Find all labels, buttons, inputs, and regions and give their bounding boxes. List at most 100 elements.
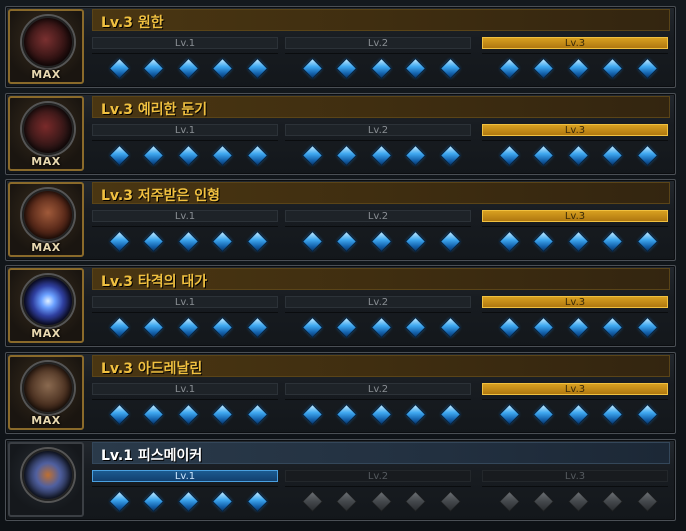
level-label-active: Lv.3	[482, 210, 668, 222]
gem-icon	[603, 146, 622, 165]
level-slot-2: Lv.2	[285, 124, 473, 170]
gem-icon	[213, 405, 232, 424]
gem-icon	[638, 232, 657, 251]
gem-icon	[372, 59, 391, 78]
engraving-panel: MAX Lv.3 원한 Lv.1 Lv.2 Lv.3 MAX Lv.3 예리한 …	[0, 0, 686, 531]
level-slot-1: Lv.1	[92, 124, 280, 170]
gem-row	[482, 486, 668, 515]
skill-title-bar: Lv.3 원한	[92, 9, 670, 31]
gem-row	[92, 486, 278, 515]
gem-row	[285, 140, 471, 169]
gem-icon	[144, 146, 163, 165]
gem-row	[285, 226, 471, 255]
gem-icon	[534, 405, 553, 424]
skill-icon-frame: MAX	[8, 96, 84, 171]
gem-icon	[179, 146, 198, 165]
level-slot-3: Lv.3	[482, 296, 670, 342]
gem-icon	[569, 59, 588, 78]
level-slot-2: Lv.2	[285, 296, 473, 342]
gem-icon	[248, 405, 267, 424]
gem-icon	[110, 146, 129, 165]
level-label-active: Lv.3	[482, 124, 668, 136]
gem-icon	[110, 59, 129, 78]
level-slot-1: Lv.1	[92, 383, 280, 429]
gem-icon	[534, 59, 553, 78]
gem-icon	[248, 59, 267, 78]
level-slot-3: Lv.3	[482, 210, 670, 256]
gem-icon	[406, 232, 425, 251]
gem-icon	[500, 405, 519, 424]
gem-empty-icon	[603, 492, 622, 511]
gem-icon	[500, 146, 519, 165]
skill-orb-icon	[22, 275, 74, 327]
gem-empty-icon	[534, 492, 553, 511]
max-badge: MAX	[31, 327, 61, 340]
skill-row[interactable]: MAX Lv.3 아드레날린 Lv.1 Lv.2 Lv.3	[5, 352, 676, 434]
gem-icon	[337, 405, 356, 424]
gem-row	[482, 399, 668, 428]
gem-icon	[603, 59, 622, 78]
skill-icon-frame: MAX	[8, 9, 84, 84]
level-label: Lv.1	[92, 296, 278, 308]
gem-icon	[179, 318, 198, 337]
gem-icon	[213, 232, 232, 251]
level-slot-1: Lv.1	[92, 296, 280, 342]
level-label-active: Lv.1	[92, 470, 278, 482]
gem-icon	[144, 405, 163, 424]
gem-icon	[638, 318, 657, 337]
gem-icon	[500, 318, 519, 337]
gem-icon	[569, 146, 588, 165]
gem-row	[285, 399, 471, 428]
skill-row[interactable]: MAX Lv.3 타격의 대가 Lv.1 Lv.2 Lv.3	[5, 265, 676, 347]
level-label: Lv.1	[92, 210, 278, 222]
skill-icon-frame: MAX	[8, 355, 84, 430]
gem-icon	[638, 59, 657, 78]
skill-title-bar: Lv.3 아드레날린	[92, 355, 670, 377]
gem-icon	[603, 318, 622, 337]
gem-icon	[372, 405, 391, 424]
level-label: Lv.2	[285, 210, 471, 222]
gem-icon	[179, 59, 198, 78]
gem-icon	[406, 318, 425, 337]
skill-title: Lv.1 피스메이커	[101, 448, 203, 464]
gem-icon	[441, 318, 460, 337]
gem-row	[92, 53, 278, 82]
skill-title-bar: Lv.1 피스메이커	[92, 442, 670, 464]
gem-row	[482, 53, 668, 82]
skill-icon-frame: MAX	[8, 182, 84, 257]
gem-icon	[144, 232, 163, 251]
max-badge: MAX	[31, 414, 61, 427]
gem-empty-icon	[406, 492, 425, 511]
gem-icon	[406, 405, 425, 424]
skill-title-bar: Lv.3 타격의 대가	[92, 268, 670, 290]
gem-row	[92, 399, 278, 428]
skill-title: Lv.3 저주받은 인형	[101, 188, 220, 204]
gem-icon	[534, 232, 553, 251]
gem-icon	[110, 318, 129, 337]
max-badge: MAX	[31, 68, 61, 81]
gem-icon	[441, 59, 460, 78]
gem-icon	[303, 146, 322, 165]
gem-icon	[144, 318, 163, 337]
gem-icon	[441, 232, 460, 251]
skill-title: Lv.3 아드레날린	[101, 361, 203, 377]
level-label-locked: Lv.3	[482, 470, 668, 482]
gem-icon	[179, 405, 198, 424]
level-label: Lv.1	[92, 383, 278, 395]
skill-row[interactable]: Lv.1 피스메이커 Lv.1 Lv.2 Lv.3	[5, 439, 676, 521]
level-slot-2: Lv.2	[285, 383, 473, 429]
skill-row[interactable]: MAX Lv.3 예리한 둔기 Lv.1 Lv.2 Lv.3	[5, 93, 676, 175]
max-badge: MAX	[31, 155, 61, 168]
level-slot-3: Lv.3	[482, 37, 670, 83]
gem-icon	[337, 146, 356, 165]
level-slot-2: Lv.2	[285, 470, 473, 516]
gem-row	[285, 486, 471, 515]
skill-row[interactable]: MAX Lv.3 원한 Lv.1 Lv.2 Lv.3	[5, 6, 676, 88]
gem-icon	[248, 146, 267, 165]
skill-orb-icon	[22, 16, 74, 68]
gem-icon	[337, 318, 356, 337]
gem-icon	[569, 318, 588, 337]
gem-row	[285, 312, 471, 341]
gem-icon	[144, 59, 163, 78]
skill-row[interactable]: MAX Lv.3 저주받은 인형 Lv.1 Lv.2 Lv.3	[5, 179, 676, 261]
